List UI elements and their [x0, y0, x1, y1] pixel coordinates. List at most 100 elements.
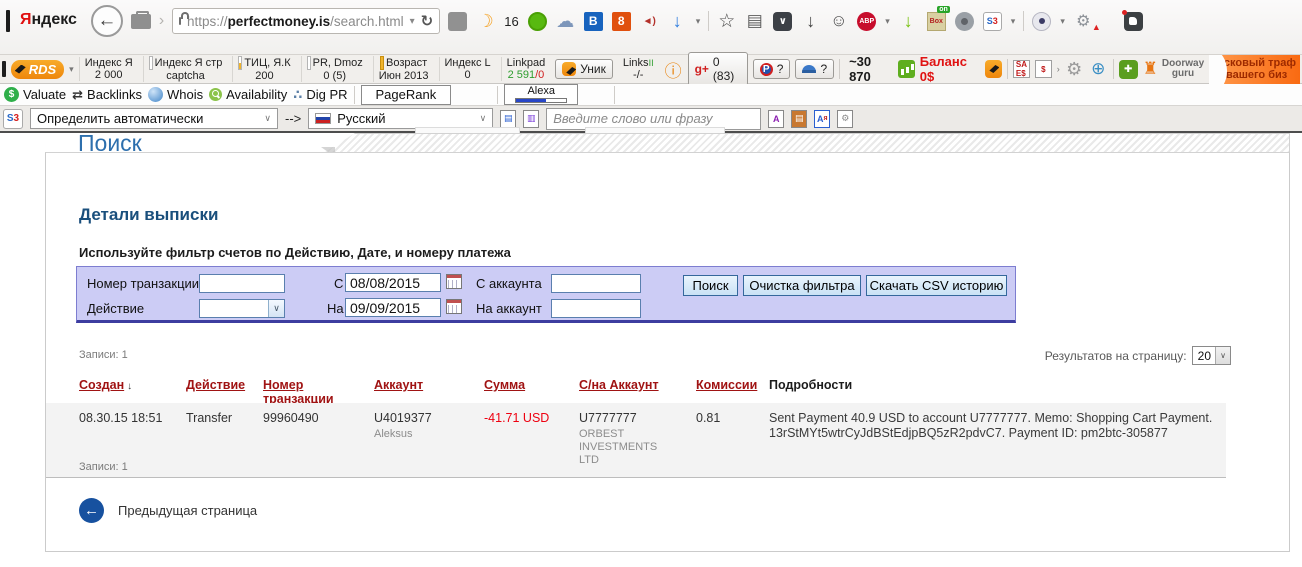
col-amount[interactable]: Сумма: [484, 378, 579, 406]
sape-grid-icon[interactable]: SAE$: [1013, 60, 1030, 78]
cell-account-name: Aleksus: [374, 428, 464, 441]
metric-links[interactable]: LinksII -/-: [618, 57, 659, 81]
p-help-button[interactable]: P?: [753, 59, 791, 79]
source-language-select[interactable]: Определить автоматически ∨: [30, 108, 278, 129]
col-counter-account[interactable]: С/на Аккаунт: [579, 378, 696, 406]
expand-chevron-icon[interactable]: ›: [1057, 64, 1060, 74]
search-button[interactable]: Поиск: [683, 275, 738, 296]
orange-8-icon[interactable]: 8: [612, 12, 631, 31]
action-select[interactable]: ∨: [199, 299, 285, 318]
adblock-dropdown-icon[interactable]: ▾: [885, 16, 890, 27]
from-date-label: С: [334, 276, 343, 291]
network-nodes-icon: ∴: [293, 87, 302, 103]
evernote-icon[interactable]: [1124, 12, 1143, 31]
info-icon[interactable]: ⓘ: [664, 60, 683, 79]
pagerank-box[interactable]: PageRank: [361, 85, 452, 105]
translator-settings-icon[interactable]: ⚙: [837, 110, 853, 128]
cloud-icon[interactable]: ☁: [556, 12, 575, 31]
sape-window-icon[interactable]: $: [1035, 60, 1052, 78]
reload-icon[interactable]: ↻: [421, 12, 434, 30]
clipboard-translate-icon[interactable]: ▤: [791, 110, 807, 128]
s3-icon[interactable]: S3: [3, 109, 23, 129]
translate-selection-icon[interactable]: ▥: [523, 110, 539, 128]
metric-linkpad[interactable]: Linkpad 2 591/0: [501, 57, 551, 81]
metric-pr-dmoz[interactable]: PR, Dmoz 0 (5): [301, 56, 368, 82]
from-date-input[interactable]: [345, 273, 441, 292]
speaker-icon[interactable]: ◄): [640, 12, 659, 31]
chart-icon[interactable]: [898, 60, 915, 78]
download-arrow-dark-icon[interactable]: ↓: [801, 12, 820, 31]
from-calendar-icon[interactable]: [446, 274, 462, 289]
download-csv-button[interactable]: Скачать CSV историю: [866, 275, 1007, 296]
green-status-icon[interactable]: [528, 12, 547, 31]
address-bar[interactable]: https://perfectmoney.is/search.html ▾ ↻: [172, 8, 440, 34]
clipboard-icon[interactable]: ▤: [745, 12, 764, 31]
back-button[interactable]: ←: [91, 5, 123, 37]
s3-dropdown-icon[interactable]: ▾: [1011, 16, 1016, 27]
alexa-box[interactable]: Alexa: [504, 84, 578, 105]
to-account-input[interactable]: [551, 299, 641, 318]
green-puzzle-icon[interactable]: ✚: [1119, 60, 1138, 79]
to-calendar-icon[interactable]: [446, 299, 462, 314]
clear-filter-button[interactable]: Очистка фильтра: [743, 275, 861, 296]
from-account-input[interactable]: [551, 274, 641, 293]
metric-index-l[interactable]: Индекс L 0: [439, 57, 496, 81]
gear-icon[interactable]: ⚙: [1065, 60, 1084, 79]
hexagon-eye-icon[interactable]: [955, 12, 974, 31]
metric-tic[interactable]: ТИЦ, Я.К 200: [232, 56, 295, 82]
gplus-button[interactable]: g+0 (83): [688, 52, 748, 86]
session-box-icon[interactable]: [131, 14, 151, 29]
adblock-plus-icon[interactable]: ABP: [857, 12, 876, 31]
metric-age[interactable]: Возраст Июн 2013: [373, 56, 434, 82]
pocket-icon[interactable]: ∨: [773, 12, 792, 31]
col-action[interactable]: Действие: [186, 378, 263, 406]
per-page-select[interactable]: 20 ∨: [1192, 346, 1231, 365]
globe-icon[interactable]: ⊕: [1089, 60, 1108, 79]
previous-page-link[interactable]: ← Предыдущая страница: [79, 498, 257, 523]
col-tx-number[interactable]: Номер транзакции: [263, 378, 374, 406]
col-account[interactable]: Аккаунт: [374, 378, 484, 406]
eye-dropdown-icon[interactable]: ▾: [1060, 16, 1065, 27]
from-account-label: С аккаунта: [476, 276, 542, 291]
promo-banner[interactable]: Поисковый трафдля вашего биз: [1209, 55, 1300, 84]
whois-tool[interactable]: Whois: [148, 87, 203, 102]
to-date-input[interactable]: [345, 298, 441, 317]
doorway-guru-logo[interactable]: ♜ Doorwayguru: [1143, 59, 1204, 79]
dictionary-icon[interactable]: A: [768, 110, 784, 128]
proxy-folder-icon[interactable]: [448, 12, 467, 31]
backlinks-tool[interactable]: ⇄ Backlinks: [72, 87, 142, 103]
url-text[interactable]: https://perfectmoney.is/search.html: [187, 14, 404, 29]
spy-help-button[interactable]: ?: [795, 59, 834, 79]
col-created[interactable]: Создан↓: [79, 378, 186, 406]
bookmark-star-icon[interactable]: ☆: [717, 12, 736, 31]
metric-yandex-page-index[interactable]: Индекс Я стр captcha: [143, 56, 228, 82]
availability-tool[interactable]: Availability: [209, 87, 287, 102]
col-fee[interactable]: Комиссии: [696, 378, 769, 406]
filter-panel: Номер транзакции С С аккаунта Поиск Очис…: [76, 266, 1016, 323]
metric-yandex-index[interactable]: Индекс Я 2 000: [79, 57, 138, 81]
valuate-tool[interactable]: $ Valuate: [4, 87, 66, 102]
download-dropdown-icon[interactable]: ▾: [696, 16, 701, 27]
prev-arrow-icon[interactable]: ←: [79, 498, 104, 523]
blue-b-icon[interactable]: B: [584, 12, 603, 31]
lock-icon[interactable]: [179, 17, 181, 25]
unik-button[interactable]: Уник: [555, 59, 613, 79]
translate-page-icon[interactable]: ▤: [500, 110, 516, 128]
tx-number-input[interactable]: [199, 274, 285, 293]
s3-translator-button-icon[interactable]: S3: [983, 12, 1002, 31]
download-arrow-blue-icon[interactable]: ↓: [668, 12, 687, 31]
chevron-right-icon: ›: [159, 12, 164, 30]
savefrom-arrow-icon[interactable]: ↓: [899, 12, 918, 31]
moon-icon[interactable]: ☽: [476, 12, 495, 31]
seo-separator-2: [497, 86, 498, 104]
dig-pr-tool[interactable]: ∴ Dig PR: [293, 87, 347, 103]
smiley-icon[interactable]: ☺: [829, 12, 848, 31]
box-on-icon[interactable]: Box on: [927, 12, 946, 31]
url-dropdown-icon[interactable]: ▾: [410, 16, 415, 27]
eye-bubble-icon[interactable]: [1032, 12, 1051, 31]
sape-orange-icon[interactable]: [985, 60, 1002, 78]
rds-logo[interactable]: RDS: [11, 60, 64, 79]
rds-dropdown-icon[interactable]: ▾: [69, 64, 74, 75]
target-language-select[interactable]: Русский ∨: [308, 108, 493, 129]
language-pair-icon[interactable]: Aя: [814, 110, 830, 128]
